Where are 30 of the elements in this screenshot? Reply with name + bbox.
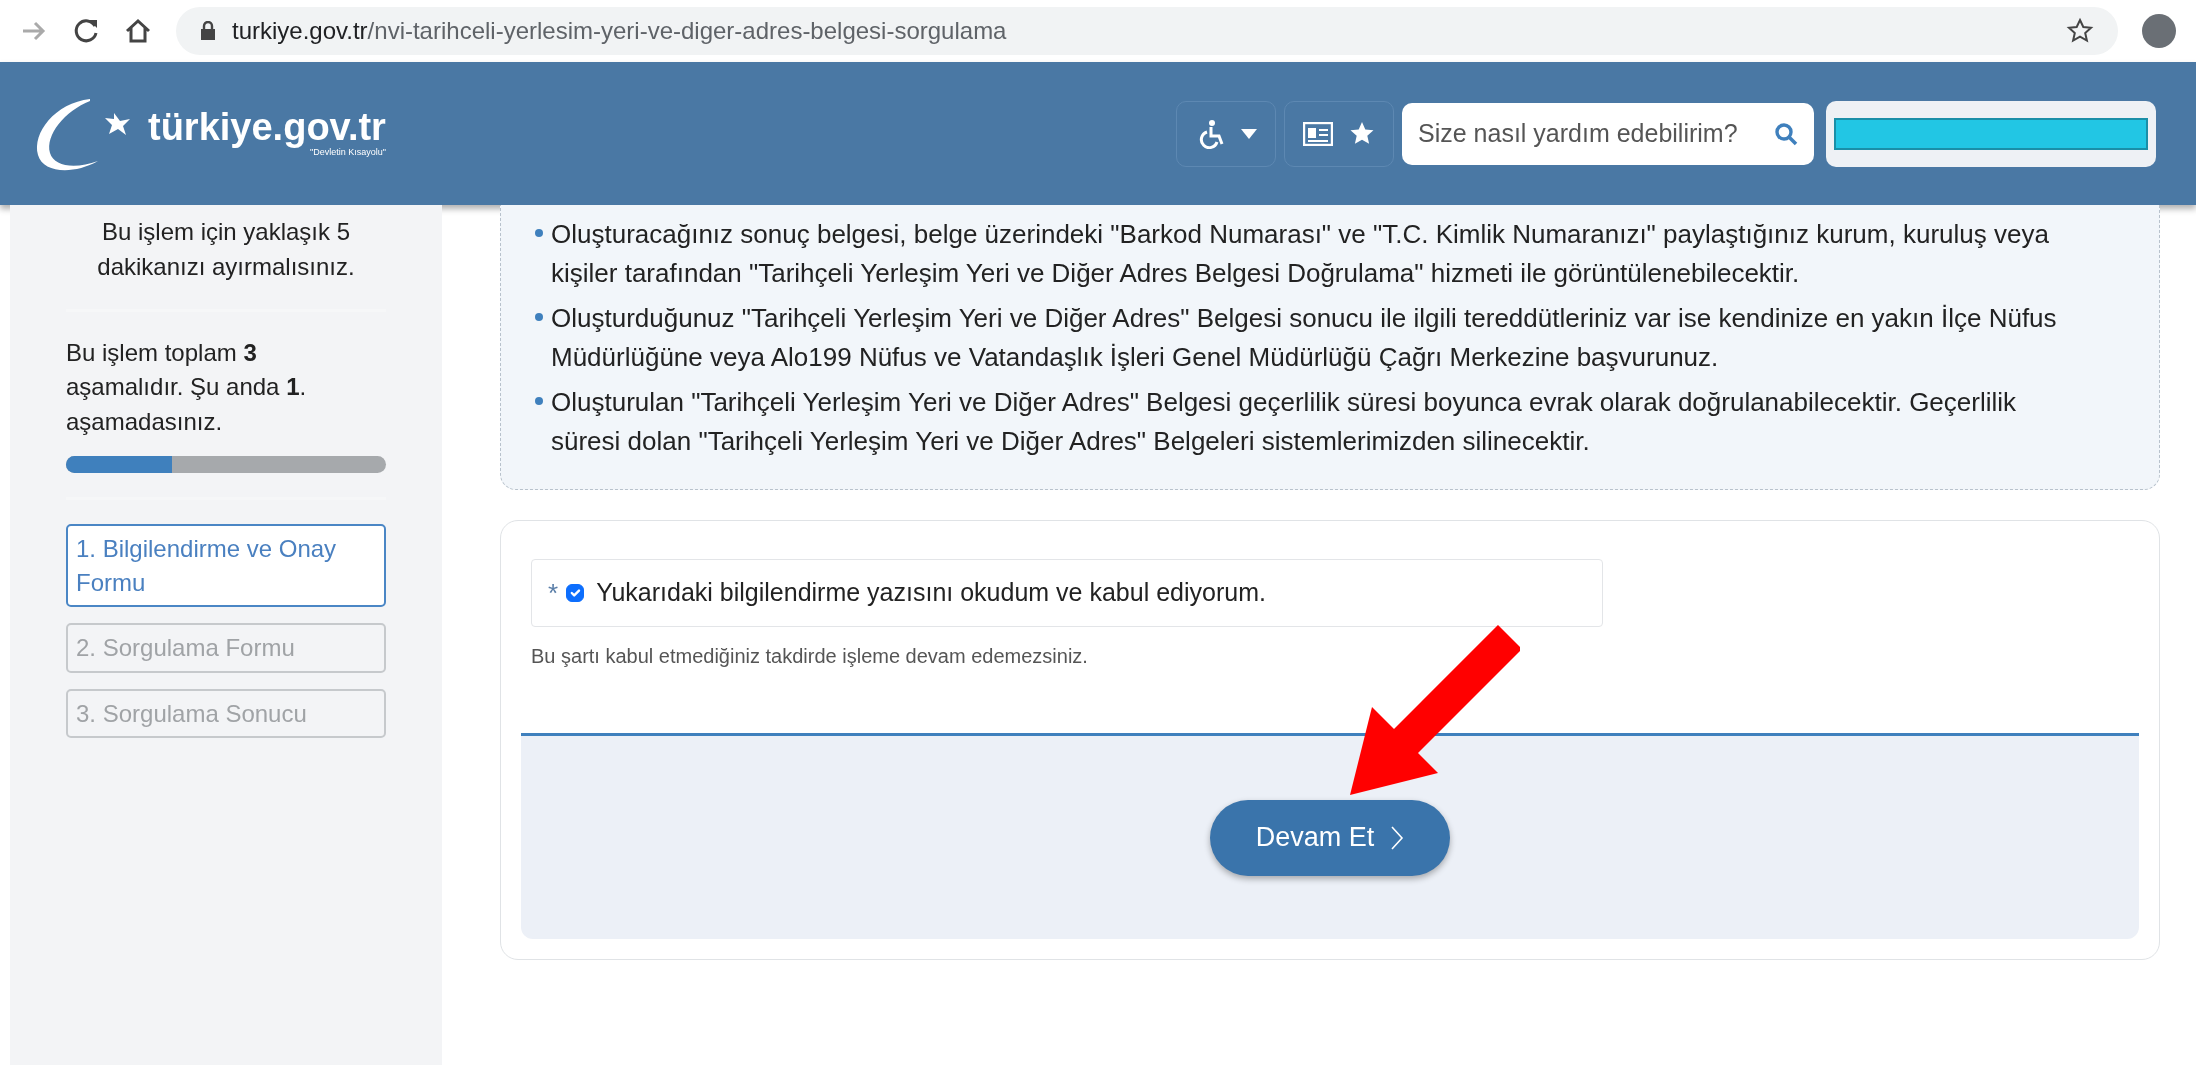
info-bullet: Oluşturacağınız sonuç belgesi, belge üzerindeki "Barkod Numarası" ve "T.C. Kimlik Numaranızı" paylaştığınız kurum, kuruluş veya kişiler tarafından "Tarihçeli Yerleşim Yeri ve Diğer Adres Belgesi Doğrulama" hizmeti ile görüntülenebilecektir. — [551, 218, 2050, 290]
address-bar[interactable]: turkiye.gov.tr/nvi-tarihceli-yerlesim-yeri-ve-diger-adres-belgesi-sorgulama — [176, 7, 2118, 55]
reload-icon[interactable] — [72, 17, 100, 45]
step-tab[interactable]: 1. Bilgilendirme ve Onay Formu — [66, 524, 386, 608]
search-field[interactable]: Size nasıl yardım edebilirim? — [1402, 102, 1814, 165]
chevron-right-icon — [1390, 824, 1405, 851]
accessibility-button[interactable] — [1176, 100, 1276, 167]
logo-tagline: "Devletin Kısayolu" — [310, 146, 386, 159]
id-card-icon — [1303, 121, 1333, 146]
url-text: turkiye.gov.tr/nvi-tarihceli-yerlesim-yeri-ve-diger-adres-belgesi-sorgulama — [232, 16, 1008, 46]
progress-text: Bu işlem toplam 3 aşamalıdır. Şu anda 1. aşamadasınız. — [66, 337, 308, 438]
bullet-dot-icon — [535, 313, 543, 321]
info-bullet: Oluşturulan "Tarihçeli Yerleşim Yeri ve Diğer Adres" Belgesi geçerlilik süresi boyunca evrak olarak doğrulanabilecektir. Geçerlilik süresi dolan "Tarihçeli Yerleşim Yeri ve Diğer Adres" Belgeleri sistemlerimizden silinecektir. — [551, 386, 2018, 458]
lock-icon — [200, 21, 216, 41]
required-mark: * — [548, 576, 559, 610]
duration-note: Bu işlem için yaklaşık 5 dakikanızı ayırmalısınız. — [96, 217, 356, 282]
id-card-button[interactable] — [1284, 100, 1394, 167]
bullet-dot-icon — [535, 397, 543, 405]
bullet-dot-icon — [535, 229, 543, 237]
logo-text[interactable]: türkiye.gov.tr — [148, 107, 386, 146]
search-icon[interactable] — [1774, 121, 1798, 146]
star-icon[interactable] — [2066, 17, 2094, 45]
info-bullet: Oluşturduğunuz "Tarihçeli Yerleşim Yeri ve Diğer Adres" Belgesi sonucu ile ilgili tereddütleriniz var ise kendinize en yakın İlçe Nüfus Müdürlüğüne veya Alo199 Nüfus ve Vatandaşlık İşleri Genel Müdürlüğü Çağrı Merkezine başvurunuz. — [551, 302, 2058, 374]
caret-icon — [1241, 128, 1257, 139]
avatar-icon[interactable] — [2142, 14, 2176, 48]
consent-checkbox[interactable] — [566, 584, 585, 602]
consent-label[interactable]: Yukarıdaki bilgilendirme yazısını okudum ve kabul ediyorum. — [596, 574, 1266, 612]
continue-button[interactable]: Devam Et — [1210, 799, 1450, 876]
hint-text: Bu şartı kabul etmediğiniz takdirde işleme devam edemezsiniz. — [531, 644, 1089, 669]
home-icon[interactable] — [124, 17, 152, 45]
